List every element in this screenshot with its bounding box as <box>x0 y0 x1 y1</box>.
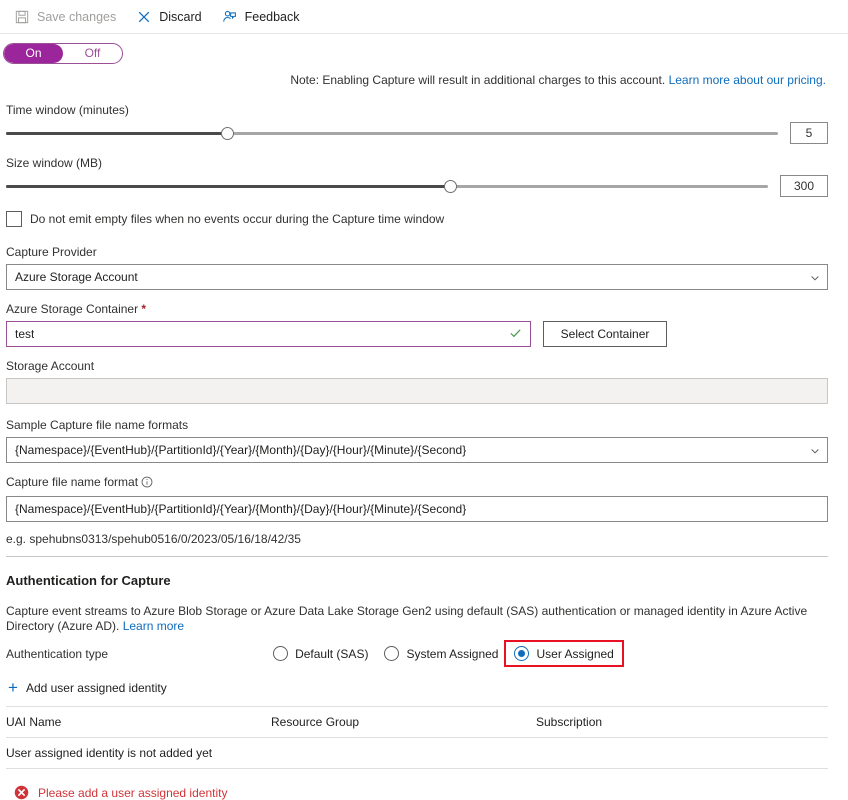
radio-dot <box>514 646 529 661</box>
table-row: User assigned identity is not added yet <box>6 738 828 768</box>
size-window-field: Size window (MB) 300 <box>0 156 848 197</box>
storage-account-label: Storage Account <box>6 359 828 373</box>
auth-type-label: Authentication type <box>6 647 108 661</box>
capture-provider-field: Capture Provider Azure Storage Account <box>0 245 848 290</box>
time-window-slider[interactable] <box>6 124 778 142</box>
identity-table: UAI Name Resource Group Subscription <box>0 707 848 737</box>
capture-provider-select[interactable]: Azure Storage Account <box>6 264 828 290</box>
size-window-value[interactable]: 300 <box>780 175 828 197</box>
radio-dot <box>384 646 399 661</box>
discard-label: Discard <box>159 10 201 24</box>
validation-error: Please add a user assigned identity <box>0 785 848 800</box>
toggle-off-segment[interactable]: Off <box>63 44 122 63</box>
required-marker: * <box>141 302 146 316</box>
error-icon <box>14 785 29 800</box>
capture-provider-label: Capture Provider <box>6 245 828 259</box>
file-name-format-field: Capture file name format {Namespace}/{Ev… <box>0 475 848 522</box>
size-window-slider[interactable] <box>6 177 768 195</box>
time-window-label: Time window (minutes) <box>6 103 828 117</box>
info-icon[interactable] <box>141 476 153 491</box>
column-header-subscription[interactable]: Subscription <box>536 715 828 729</box>
plus-icon: + <box>8 679 18 696</box>
identity-table-body: User assigned identity is not added yet <box>0 738 848 768</box>
command-bar: Save changes Discard Feedback <box>0 0 848 34</box>
radio-user-assigned[interactable]: User Assigned <box>506 642 621 665</box>
pricing-note: Note: Enabling Capture will result in ad… <box>0 64 848 87</box>
close-icon <box>136 9 152 25</box>
chevron-down-icon <box>810 272 820 282</box>
capture-toggle[interactable]: On Off <box>3 43 123 64</box>
size-window-row: 300 <box>6 175 828 197</box>
size-window-label: Size window (MB) <box>6 156 828 170</box>
capture-toggle-wrapper: On Off <box>0 34 848 64</box>
radio-user-assigned-label: User Assigned <box>536 647 613 661</box>
auth-section-description: Capture event streams to Azure Blob Stor… <box>0 604 848 634</box>
chevron-down-icon <box>810 445 820 455</box>
auth-type-radio-group: Default (SAS) System Assigned User Assig… <box>265 642 622 665</box>
pricing-note-text: Note: Enabling Capture will result in ad… <box>290 73 668 87</box>
time-window-fill <box>6 132 227 135</box>
feedback-label: Feedback <box>245 10 300 24</box>
storage-account-input <box>6 378 828 404</box>
radio-default-sas-label: Default (SAS) <box>295 647 368 661</box>
save-changes-button[interactable]: Save changes <box>10 6 126 28</box>
discard-button[interactable]: Discard <box>132 6 211 28</box>
size-window-fill <box>6 185 450 188</box>
radio-system-assigned-label: System Assigned <box>406 647 498 661</box>
sample-formats-value: {Namespace}/{EventHub}/{PartitionId}/{Ye… <box>15 443 466 457</box>
pricing-link[interactable]: Learn more about our pricing. <box>669 73 826 87</box>
time-window-value[interactable]: 5 <box>790 122 828 144</box>
validation-error-message: Please add a user assigned identity <box>38 786 227 800</box>
select-container-button[interactable]: Select Container <box>543 321 667 347</box>
sample-formats-field: Sample Capture file name formats {Namesp… <box>0 418 848 463</box>
empty-files-checkbox[interactable] <box>6 211 22 227</box>
feedback-button[interactable]: Feedback <box>218 6 310 28</box>
column-header-uai-name[interactable]: UAI Name <box>6 715 271 729</box>
empty-files-checkbox-row[interactable]: Do not emit empty files when no events o… <box>6 211 828 227</box>
empty-files-label: Do not emit empty files when no events o… <box>30 212 444 226</box>
auth-section-heading: Authentication for Capture <box>0 573 848 588</box>
storage-container-input[interactable]: test <box>6 321 531 347</box>
time-window-thumb[interactable] <box>221 127 234 140</box>
add-user-assigned-identity-label: Add user assigned identity <box>26 681 167 695</box>
storage-container-field: Azure Storage Container * test Select Co… <box>0 302 848 347</box>
auth-learn-more-link[interactable]: Learn more <box>123 619 184 633</box>
storage-container-value: test <box>15 327 34 341</box>
radio-system-assigned[interactable]: System Assigned <box>376 642 506 665</box>
capture-provider-value: Azure Storage Account <box>15 270 138 284</box>
storage-container-label: Azure Storage Container * <box>6 302 828 316</box>
sample-formats-label: Sample Capture file name formats <box>6 418 828 432</box>
add-user-assigned-identity-button[interactable]: + Add user assigned identity <box>0 679 167 696</box>
storage-container-label-text: Azure Storage Container <box>6 302 141 316</box>
size-window-thumb[interactable] <box>444 180 457 193</box>
toggle-on-segment[interactable]: On <box>4 44 63 63</box>
column-header-resource-group[interactable]: Resource Group <box>271 715 536 729</box>
save-changes-label: Save changes <box>37 10 116 24</box>
file-name-format-label: Capture file name format <box>6 475 828 491</box>
sample-formats-select[interactable]: {Namespace}/{EventHub}/{PartitionId}/{Ye… <box>6 437 828 463</box>
checkmark-icon <box>509 327 522 342</box>
table-header-row: UAI Name Resource Group Subscription <box>6 707 828 737</box>
file-name-format-example: e.g. spehubns0313/spehub0516/0/2023/05/1… <box>0 532 848 546</box>
file-name-format-input[interactable]: {Namespace}/{EventHub}/{PartitionId}/{Ye… <box>6 496 828 522</box>
auth-type-row: Authentication type Default (SAS) System… <box>0 642 848 665</box>
time-window-row: 5 <box>6 122 828 144</box>
storage-container-row: test Select Container <box>6 321 828 347</box>
feedback-icon <box>222 9 238 25</box>
radio-dot <box>273 646 288 661</box>
empty-files-field: Do not emit empty files when no events o… <box>0 211 848 227</box>
radio-default-sas[interactable]: Default (SAS) <box>265 642 376 665</box>
file-name-format-value: {Namespace}/{EventHub}/{PartitionId}/{Ye… <box>15 502 466 516</box>
file-name-format-label-text: Capture file name format <box>6 475 141 489</box>
save-icon <box>14 9 30 25</box>
storage-account-field: Storage Account <box>0 359 848 404</box>
table-empty-message: User assigned identity is not added yet <box>6 746 828 760</box>
time-window-field: Time window (minutes) 5 <box>0 103 848 144</box>
